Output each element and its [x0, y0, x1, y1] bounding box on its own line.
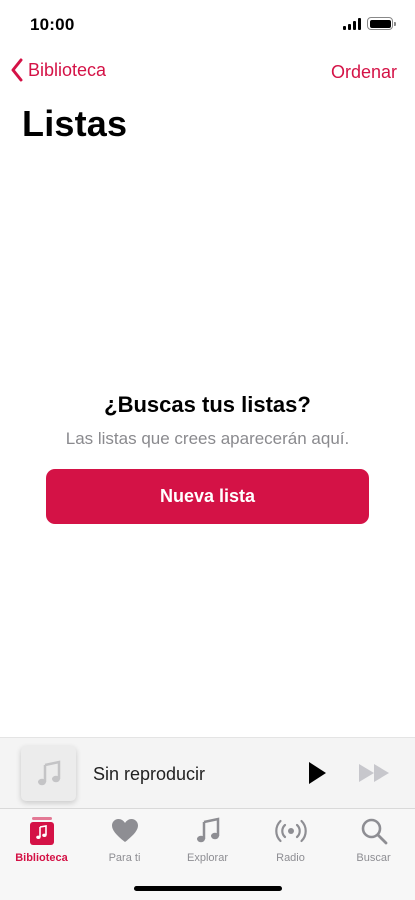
- status-time: 10:00: [30, 15, 75, 34]
- home-indicator[interactable]: [134, 886, 282, 891]
- status-icons: [343, 17, 396, 30]
- status-bar: 10:00: [0, 0, 415, 50]
- sort-button[interactable]: Ordenar: [331, 62, 397, 83]
- search-icon: [361, 818, 387, 845]
- tab-label: Explorar: [187, 852, 228, 864]
- page-title: Listas: [22, 103, 128, 144]
- tab-label: Radio: [276, 852, 305, 864]
- empty-state-subtitle: Las listas que crees aparecerán aquí.: [65, 429, 350, 448]
- play-icon[interactable]: [306, 760, 328, 786]
- back-button[interactable]: Biblioteca: [10, 58, 106, 82]
- tab-para-ti[interactable]: Para ti: [83, 815, 166, 864]
- tab-label: Biblioteca: [15, 852, 68, 864]
- tab-label: Buscar: [356, 852, 391, 864]
- fast-forward-icon[interactable]: [357, 762, 393, 784]
- battery-icon: [367, 17, 396, 30]
- library-icon: [29, 817, 54, 845]
- back-button-label: Biblioteca: [28, 59, 107, 80]
- heart-icon: [111, 819, 138, 842]
- radio-icon: [274, 819, 307, 843]
- chevron-left-icon: [11, 58, 23, 82]
- tab-label: Para ti: [108, 852, 141, 864]
- tab-biblioteca[interactable]: Biblioteca: [0, 815, 83, 864]
- empty-state-title: ¿Buscas tus listas?: [104, 392, 311, 417]
- empty-state: ¿Buscas tus listas? Las listas que crees…: [0, 392, 415, 449]
- new-playlist-button[interactable]: Nueva lista: [46, 469, 369, 524]
- music-note-icon: [196, 817, 219, 843]
- tab-radio[interactable]: Radio: [249, 815, 332, 864]
- tab-buscar[interactable]: Buscar: [332, 815, 415, 864]
- tab-bar: Biblioteca Para ti Explorar Radio Buscar: [0, 808, 415, 900]
- music-note-icon: [37, 759, 60, 785]
- tab-explorar[interactable]: Explorar: [166, 815, 249, 864]
- navigation-bar: Biblioteca Ordenar: [0, 58, 415, 90]
- now-playing-label: Sin reproducir: [93, 764, 206, 784]
- album-artwork: [21, 746, 76, 801]
- mini-player[interactable]: Sin reproducir: [0, 737, 415, 808]
- signal-icon: [343, 17, 361, 30]
